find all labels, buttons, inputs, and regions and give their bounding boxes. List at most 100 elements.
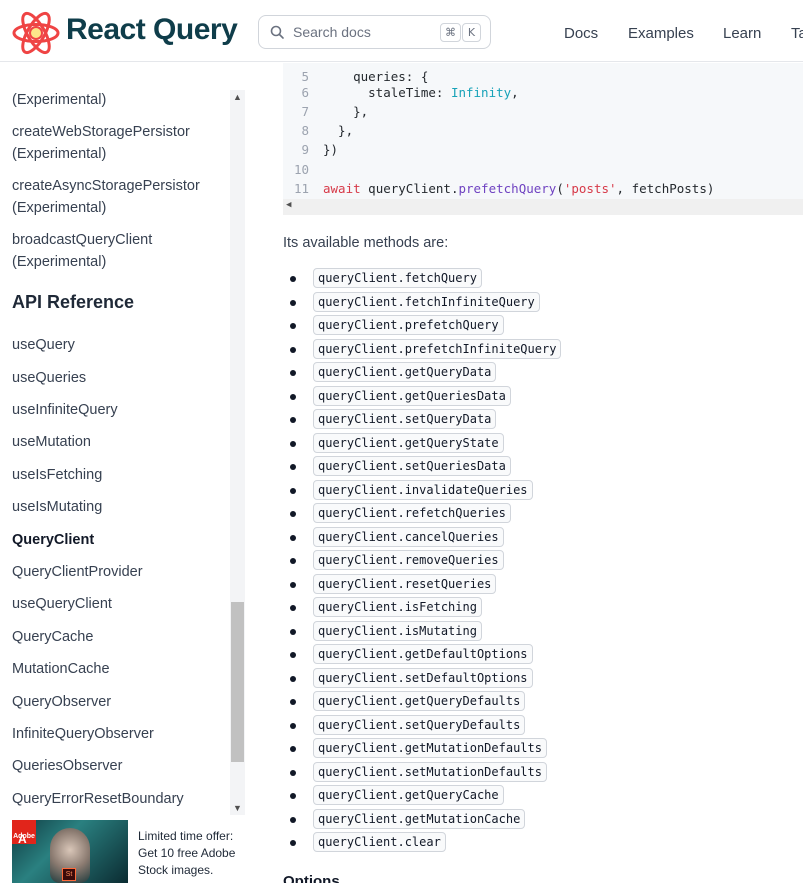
- sidebar-item-queryobserver[interactable]: QueryObserver: [12, 691, 111, 713]
- bullet-icon: [290, 299, 296, 306]
- sidebar-item[interactable]: broadcastQueryClient: [12, 229, 152, 251]
- bullet-icon: [290, 323, 296, 329]
- bullet-icon: [290, 746, 296, 752]
- sidebar-item-queryerrorresetboundary[interactable]: QueryErrorResetBoundary: [12, 788, 184, 810]
- code-line: 10: [293, 162, 309, 177]
- nav-examples[interactable]: Examples: [628, 25, 694, 42]
- sidebar-item-useisfetching[interactable]: useIsFetching: [12, 464, 102, 486]
- method-name: queryClient.setQueriesData: [313, 456, 511, 476]
- bullet-icon: [290, 652, 296, 658]
- bullet-icon: [290, 417, 296, 423]
- sidebar-item[interactable]: (Experimental): [12, 143, 106, 165]
- bullet-icon: [290, 370, 296, 376]
- search-icon: [270, 25, 284, 39]
- bullet-icon: [290, 511, 296, 517]
- sidebar-item-usequeries[interactable]: useQueries: [12, 367, 86, 389]
- ad-text[interactable]: Limited time offer: Get 10 free Adobe St…: [138, 828, 246, 879]
- code-line: 9}): [301, 142, 339, 157]
- bullet-icon: [290, 346, 296, 353]
- nav-docs[interactable]: Docs: [564, 25, 598, 42]
- scroll-down-arrow-icon[interactable]: ▼: [230, 801, 245, 815]
- bullet-icon: [290, 605, 296, 611]
- sidebar-item-querycache[interactable]: QueryCache: [12, 626, 93, 648]
- shortcut-k-key: K: [462, 23, 481, 42]
- sidebar-item-usequery[interactable]: useQuery: [12, 334, 75, 356]
- search-placeholder: Search docs: [293, 24, 371, 40]
- method-name: queryClient.setMutationDefaults: [313, 761, 547, 782]
- sidebar-item-useinfinitequery[interactable]: useInfiniteQuery: [12, 399, 118, 421]
- bullet-icon: [290, 393, 296, 400]
- bullet-icon: [290, 440, 296, 447]
- scroll-thumb[interactable]: [231, 602, 244, 762]
- options-heading: Options: [283, 873, 340, 883]
- scroll-left-arrow-icon[interactable]: ◀: [286, 200, 291, 210]
- bullet-icon: [290, 769, 296, 776]
- bullet-icon: [290, 840, 296, 846]
- code-horizontal-scrollbar[interactable]: ◀: [283, 199, 803, 215]
- method-name: queryClient.isMutating: [313, 620, 482, 641]
- shortcut-cmd-key: ⌘: [440, 23, 461, 42]
- brand-name[interactable]: React Query: [66, 13, 238, 47]
- react-query-logo-icon[interactable]: [12, 11, 60, 55]
- bullet-icon: [290, 816, 296, 823]
- sidebar-item-useismutating[interactable]: useIsMutating: [12, 496, 102, 518]
- bullet-icon: [290, 675, 296, 682]
- code-line: 7 },: [301, 104, 369, 119]
- method-name: queryClient.setDefaultOptions: [313, 667, 533, 688]
- nav-learn[interactable]: Learn: [723, 25, 761, 42]
- sidebar-item-queriesobserver[interactable]: QueriesObserver: [12, 755, 122, 777]
- sidebar-item-usemutation[interactable]: useMutation: [12, 431, 91, 453]
- bullet-icon: [290, 722, 296, 729]
- method-name: queryClient.getQueryState: [313, 432, 504, 453]
- bullet-icon: [290, 581, 296, 588]
- method-name: queryClient.getDefaultOptions: [313, 644, 533, 664]
- method-name: queryClient.getMutationDefaults: [313, 738, 547, 758]
- method-name: queryClient.getQueryData: [313, 362, 497, 382]
- method-name: queryClient.fetchInfiniteQuery: [313, 291, 540, 312]
- method-name: queryClient.fetchQuery: [313, 268, 482, 288]
- sidebar-item[interactable]: createAsyncStoragePersistor: [12, 175, 200, 197]
- sidebar-item-usequeryclient[interactable]: useQueryClient: [12, 593, 112, 615]
- sidebar-item-queryclient[interactable]: QueryClient: [12, 529, 94, 551]
- ad-image[interactable]: A Adobe St: [12, 820, 128, 883]
- method-name: queryClient.isFetching: [313, 597, 482, 617]
- sidebar-item-infinitequeryobserver[interactable]: InfiniteQueryObserver: [12, 723, 154, 745]
- bullet-icon: [290, 534, 296, 541]
- method-name: queryClient.getMutationCache: [313, 808, 526, 829]
- method-name: queryClient.removeQueries: [313, 550, 504, 570]
- sidebar-item[interactable]: createWebStoragePersistor: [12, 121, 190, 143]
- method-name: queryClient.getQueryDefaults: [313, 691, 526, 711]
- sidebar-scrollbar[interactable]: ▲ ▼: [230, 90, 245, 815]
- bullet-icon: [290, 276, 296, 282]
- sidebar-item[interactable]: (Experimental): [12, 251, 106, 273]
- methods-intro: Its available methods are:: [283, 235, 449, 251]
- nav-truncated[interactable]: Ta: [791, 25, 803, 42]
- code-block: 5 queries: { 6 staleTime: Infinity, 7 },…: [283, 63, 803, 215]
- method-name: queryClient.refetchQueries: [313, 503, 511, 523]
- method-name: queryClient.resetQueries: [313, 573, 497, 594]
- bullet-icon: [290, 487, 296, 494]
- main-content: 5 queries: { 6 staleTime: Infinity, 7 },…: [283, 63, 803, 883]
- sidebar-item-queryclientprovider[interactable]: QueryClientProvider: [12, 561, 143, 583]
- sidebar-heading-api-reference: API Reference: [12, 292, 135, 312]
- site-header: React Query Search docs ⌘ K Docs Example…: [0, 0, 803, 62]
- sidebar-item[interactable]: (Experimental): [12, 89, 106, 111]
- code-line: 11 await queryClient.prefetchQuery('posts…: [293, 181, 715, 196]
- sidebar-item-mutationcache[interactable]: MutationCache: [12, 658, 110, 680]
- bullet-icon: [290, 699, 296, 705]
- sidebar-item[interactable]: (Experimental): [12, 197, 106, 219]
- method-name: queryClient.getQueriesData: [313, 385, 511, 406]
- method-name: queryClient.setQueryData: [313, 409, 497, 429]
- method-name: queryClient.prefetchQuery: [313, 315, 504, 335]
- bullet-icon: [290, 628, 296, 635]
- scroll-up-arrow-icon[interactable]: ▲: [230, 90, 245, 104]
- carbon-ad[interactable]: A Adobe St Limited time offer: Get 10 fr…: [12, 818, 247, 883]
- method-name: queryClient.getQueryCache: [313, 785, 504, 805]
- method-name: queryClient.invalidateQueries: [313, 479, 533, 500]
- search-box[interactable]: Search docs ⌘ K: [258, 15, 491, 49]
- code-line: 8 },: [301, 123, 354, 138]
- bullet-icon: [290, 558, 296, 564]
- method-name: queryClient.setQueryDefaults: [313, 714, 526, 735]
- adobe-logo-icon: A Adobe: [12, 820, 36, 846]
- bullet-icon: [290, 464, 296, 470]
